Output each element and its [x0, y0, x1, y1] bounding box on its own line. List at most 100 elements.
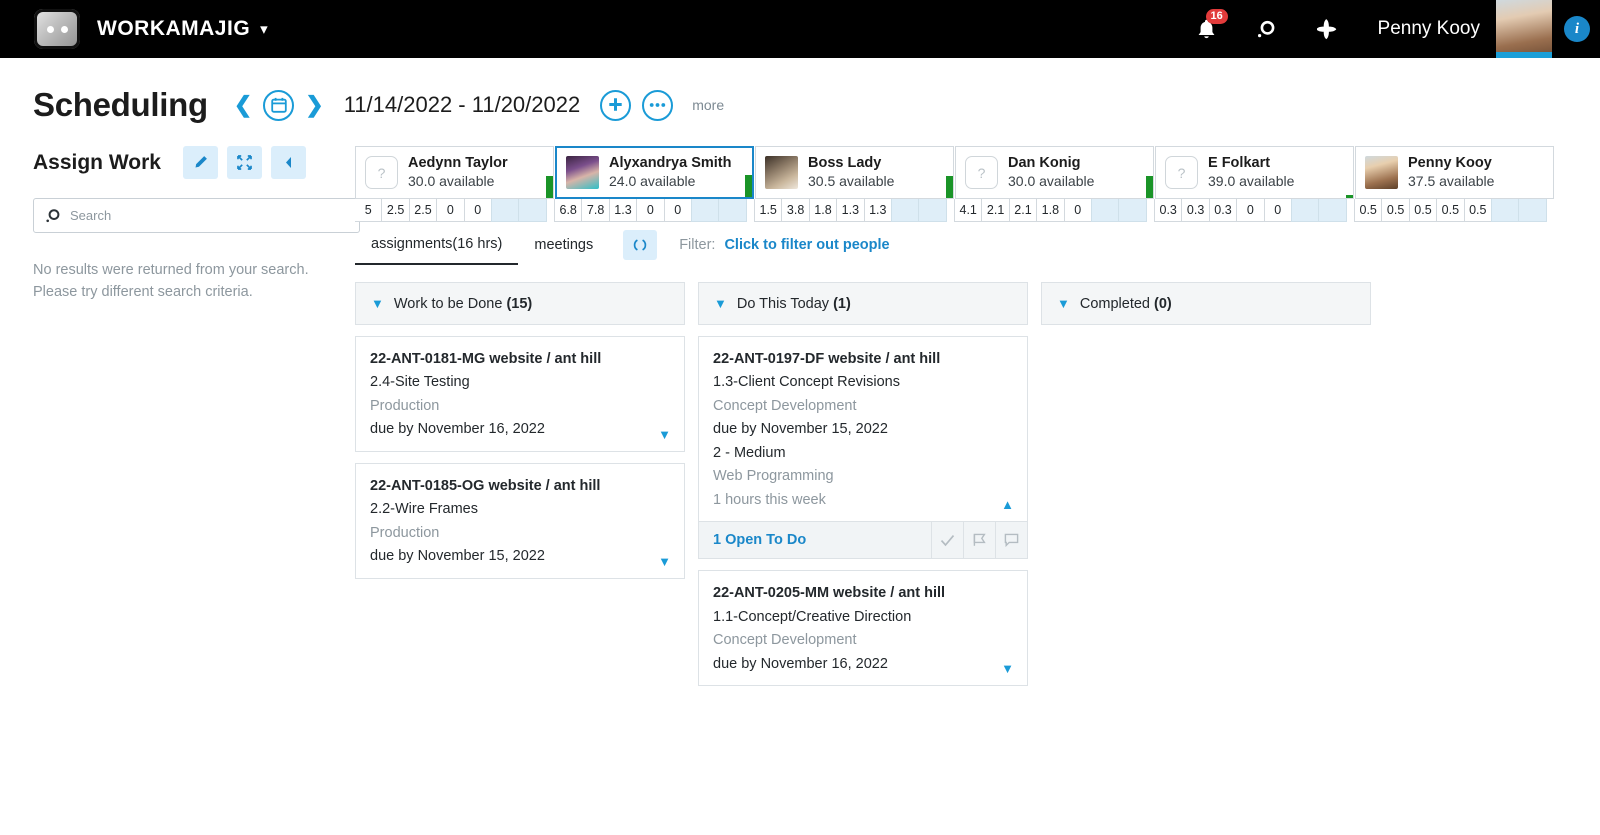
person-card[interactable]: Alyxandrya Smith 24.0 available — [555, 146, 754, 199]
previous-week-icon[interactable]: ❮ — [234, 94, 252, 116]
add-item-button[interactable] — [600, 89, 632, 121]
column-header[interactable]: ▼ Completed (0) — [1041, 282, 1371, 325]
open-todo-link[interactable]: 1 Open To Do — [699, 532, 806, 548]
hour-cell[interactable]: 7.8 — [581, 199, 610, 222]
hour-cell[interactable]: 2.5 — [381, 199, 410, 222]
hour-cell[interactable]: 0.5 — [1381, 199, 1410, 222]
refresh-icon[interactable] — [623, 230, 658, 260]
filter-people-link[interactable]: Click to filter out people — [724, 237, 889, 253]
hour-cell[interactable]: 1.8 — [1036, 199, 1065, 222]
person-column[interactable]: ? Aedynn Taylor 30.0 available 5 2.5 2.5… — [355, 146, 554, 222]
hour-cell[interactable]: 0.5 — [1436, 199, 1465, 222]
search-input[interactable]: Search — [33, 198, 360, 233]
hour-cell-weekend[interactable] — [890, 199, 920, 222]
task-card[interactable]: 22-ANT-0181-MG website / ant hill 2.4-Si… — [355, 336, 685, 452]
compress-icon[interactable] — [226, 146, 262, 179]
tab-assignments[interactable]: assignments(16 hrs) — [355, 225, 519, 265]
person-card[interactable]: ? Aedynn Taylor 30.0 available — [355, 146, 554, 199]
chevron-down-icon[interactable]: ▼ — [371, 296, 384, 311]
hour-cell[interactable]: 6.8 — [554, 199, 583, 222]
flag-icon[interactable] — [963, 522, 995, 559]
comment-icon[interactable] — [995, 522, 1027, 559]
expand-card-icon[interactable]: ▼ — [658, 427, 671, 442]
chevron-down-icon[interactable]: ▼ — [1057, 296, 1070, 311]
person-column[interactable]: ? E Folkart 39.0 available 0.3 0.3 0.3 0… — [1154, 146, 1354, 222]
hour-cell-weekend[interactable] — [1518, 199, 1547, 222]
hour-cell[interactable]: 1.3 — [608, 199, 638, 222]
hour-cell[interactable]: 2.5 — [408, 199, 438, 222]
hour-cell[interactable]: 0.3 — [1208, 199, 1238, 222]
hour-cell[interactable]: 2.1 — [1008, 199, 1038, 222]
task-code: 22-ANT-0197-DF website / ant hill — [713, 351, 941, 367]
notifications-bell-icon[interactable]: 16 — [1197, 8, 1228, 40]
hour-cell[interactable]: 0.5 — [1354, 199, 1383, 222]
hour-cell[interactable]: 0 — [1263, 199, 1292, 222]
hour-cell-weekend[interactable] — [1090, 199, 1120, 222]
filter-label: Filter: — [679, 237, 716, 253]
hour-cell[interactable]: 0 — [1063, 199, 1092, 222]
chevron-down-icon[interactable]: ▼ — [714, 296, 727, 311]
hour-cell-weekend[interactable] — [690, 199, 720, 222]
hour-cell[interactable]: 0 — [636, 199, 665, 222]
search-icon[interactable] — [1256, 19, 1277, 40]
task-card[interactable]: 22-ANT-0185-OG website / ant hill 2.2-Wi… — [355, 462, 685, 579]
hour-cell[interactable]: 1.8 — [808, 199, 838, 222]
hour-cell[interactable]: 0 — [1236, 199, 1265, 222]
collapse-card-icon[interactable]: ▲ — [1001, 497, 1014, 512]
info-icon[interactable]: i — [1564, 16, 1590, 42]
avatar-placeholder-icon: ? — [365, 156, 398, 189]
person-column[interactable]: Boss Lady 30.5 available 1.5 3.8 1.8 1.3… — [754, 146, 954, 222]
task-card[interactable]: 22-ANT-0205-MM website / ant hill 1.1-Co… — [698, 570, 1028, 687]
check-icon[interactable] — [931, 522, 963, 559]
person-card[interactable]: Penny Kooy 37.5 available — [1355, 146, 1554, 199]
hour-cell[interactable]: 5 — [355, 199, 383, 222]
hour-cell-weekend[interactable] — [1318, 199, 1347, 222]
brand-area[interactable]: WORKAMAJIG ▾ — [0, 9, 268, 49]
column-count: (1) — [833, 295, 851, 312]
person-card[interactable]: Boss Lady 30.5 available — [755, 146, 954, 199]
hour-cell[interactable]: 0.3 — [1181, 199, 1210, 222]
column-header[interactable]: ▼ Work to be Done (15) — [355, 282, 685, 325]
chevron-down-icon[interactable]: ▾ — [260, 20, 268, 38]
hour-cell-weekend[interactable] — [1490, 199, 1520, 222]
next-week-icon[interactable]: ❯ — [305, 94, 323, 116]
hour-cell-weekend[interactable] — [1118, 199, 1147, 222]
task-card-expanded[interactable]: 22-ANT-0197-DF website / ant hill 1.3-Cl… — [698, 336, 1028, 523]
hour-cell-weekend[interactable] — [718, 199, 747, 222]
person-column[interactable]: ? Dan Konig 30.0 available 4.1 2.1 2.1 1… — [954, 146, 1154, 222]
person-name: Penny Kooy — [1408, 154, 1492, 171]
hour-cell-weekend[interactable] — [518, 199, 547, 222]
person-column[interactable]: Alyxandrya Smith 24.0 available 6.8 7.8 … — [554, 146, 754, 222]
hour-cell[interactable]: 0.5 — [1408, 199, 1438, 222]
hour-cell[interactable]: 0.5 — [1463, 199, 1492, 222]
hour-cell-weekend[interactable] — [1290, 199, 1320, 222]
hour-cell-weekend[interactable] — [490, 199, 520, 222]
column-header[interactable]: ▼ Do This Today (1) — [698, 282, 1028, 325]
person-card[interactable]: ? Dan Konig 30.0 available — [955, 146, 1154, 199]
hour-cell-weekend[interactable] — [918, 199, 947, 222]
chevron-left-icon[interactable] — [270, 146, 306, 179]
column-title: Completed (0) — [1080, 296, 1172, 312]
tab-meetings[interactable]: meetings — [518, 225, 609, 265]
pencil-icon[interactable] — [182, 146, 218, 179]
calendar-picker-button[interactable] — [263, 89, 295, 121]
expand-card-icon[interactable]: ▼ — [1001, 661, 1014, 676]
hour-cell[interactable]: 4.1 — [954, 199, 983, 222]
expand-card-icon[interactable]: ▼ — [658, 554, 671, 569]
hour-cell[interactable]: 1.3 — [863, 199, 892, 222]
hour-cell[interactable]: 1.3 — [836, 199, 865, 222]
user-name-label[interactable]: Penny Kooy — [1378, 18, 1480, 40]
hour-cell[interactable]: 0.3 — [1154, 199, 1183, 222]
hour-cell[interactable]: 2.1 — [981, 199, 1010, 222]
hour-cell[interactable]: 0 — [663, 199, 692, 222]
more-label[interactable]: more — [692, 97, 724, 113]
add-plus-icon[interactable] — [1316, 18, 1338, 40]
person-column[interactable]: Penny Kooy 37.5 available 0.5 0.5 0.5 0.… — [1354, 146, 1554, 222]
hour-cell[interactable]: 3.8 — [781, 199, 810, 222]
hour-cell[interactable]: 0 — [463, 199, 492, 222]
hour-cell[interactable]: 0 — [436, 199, 465, 222]
more-options-button[interactable] — [642, 89, 674, 121]
hour-cell[interactable]: 1.5 — [754, 199, 783, 222]
avatar[interactable] — [1496, 0, 1552, 58]
person-card[interactable]: ? E Folkart 39.0 available — [1155, 146, 1354, 199]
